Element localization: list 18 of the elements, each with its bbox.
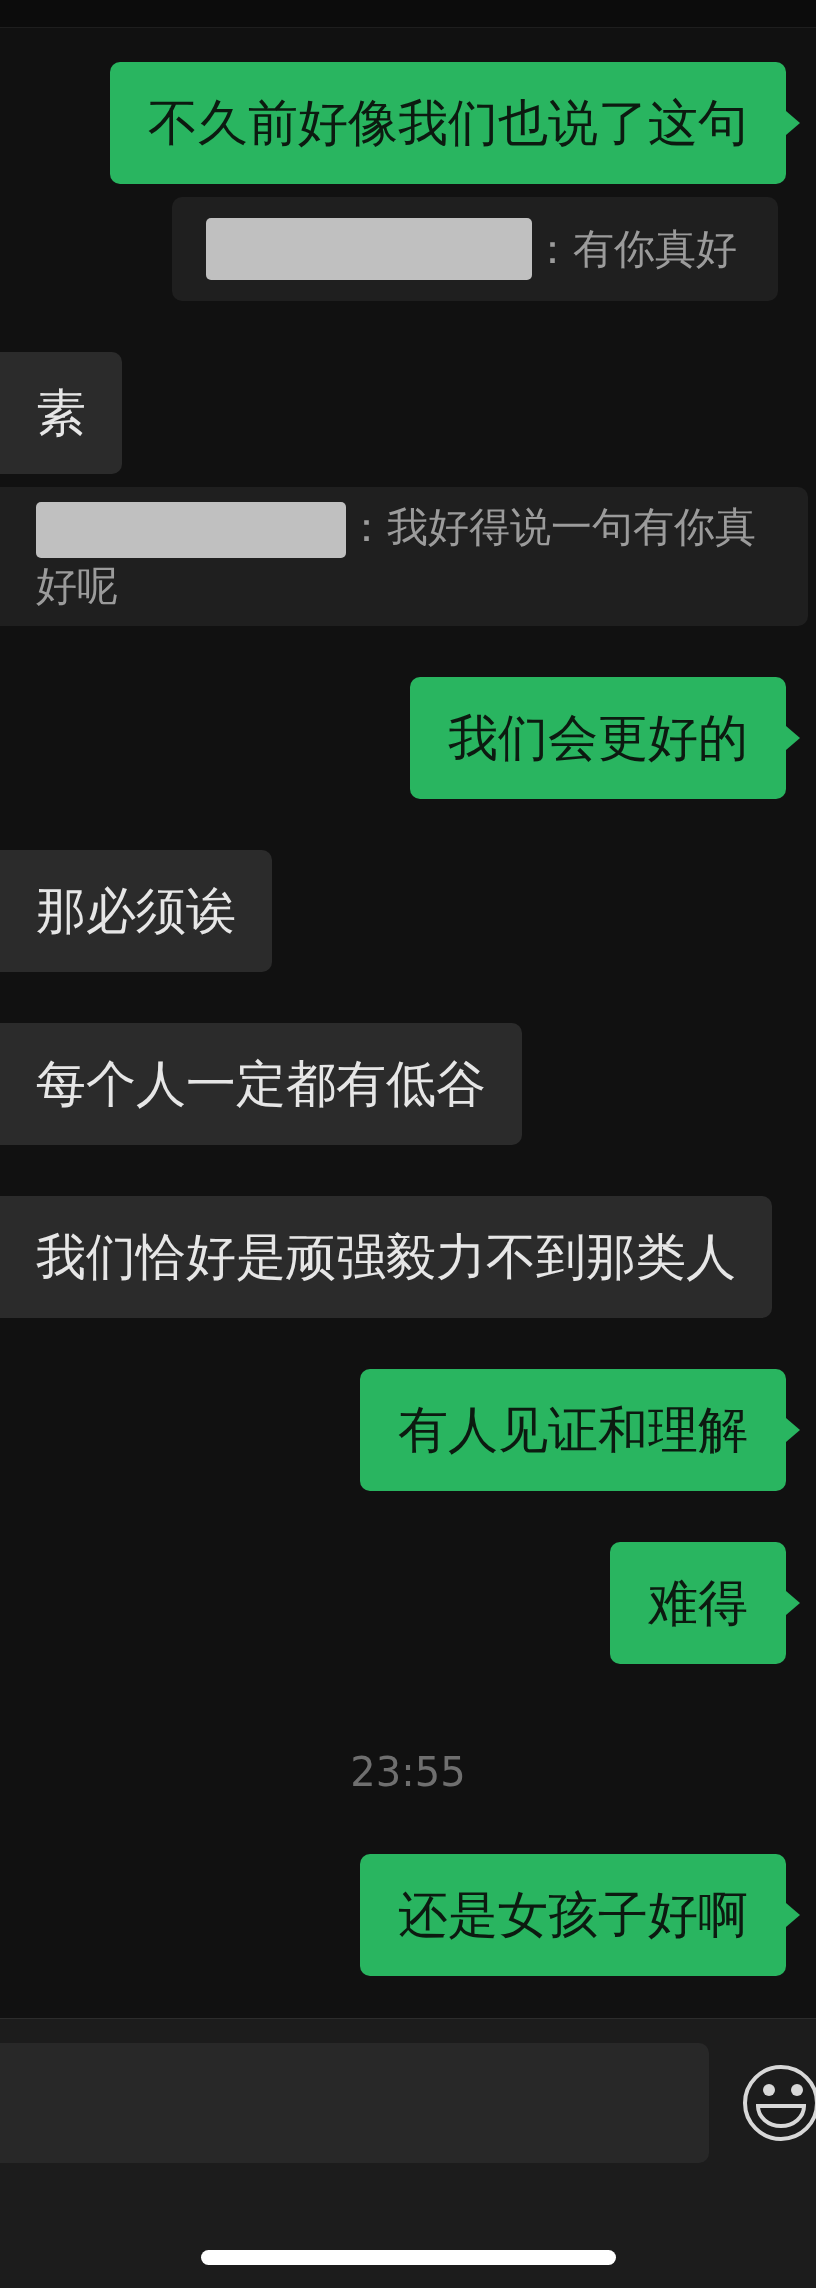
message-bubble: 不久前好像我们也说了这句 — [110, 62, 786, 184]
message-bubble: 还是女孩子好啊 — [360, 1854, 786, 1976]
timestamp: 23:55 — [350, 1748, 466, 1796]
message-bubble: 每个人一定都有低谷 — [0, 1023, 522, 1145]
message-bubble: 有人见证和理解 — [360, 1369, 786, 1491]
message-bubble: 素 — [0, 352, 122, 474]
message-bubble: 那必须诶 — [0, 850, 272, 972]
bubble-tail — [786, 1591, 800, 1615]
emoji-icon[interactable] — [742, 2063, 816, 2143]
message-bubble: 难得 — [610, 1542, 786, 1664]
bubble-tail — [786, 1418, 800, 1442]
quoted-message[interactable]: ：有你真好 — [172, 197, 778, 301]
quoted-message[interactable]: ：我好得说一句有你真好呢 — [0, 487, 808, 626]
message-bubble: 我们恰好是顽强毅力不到那类人 — [0, 1196, 772, 1318]
bubble-tail — [786, 111, 800, 135]
bubble-tail — [786, 726, 800, 750]
message-bubble: 我们会更好的 — [410, 677, 786, 799]
bubble-tail — [786, 1903, 800, 1927]
